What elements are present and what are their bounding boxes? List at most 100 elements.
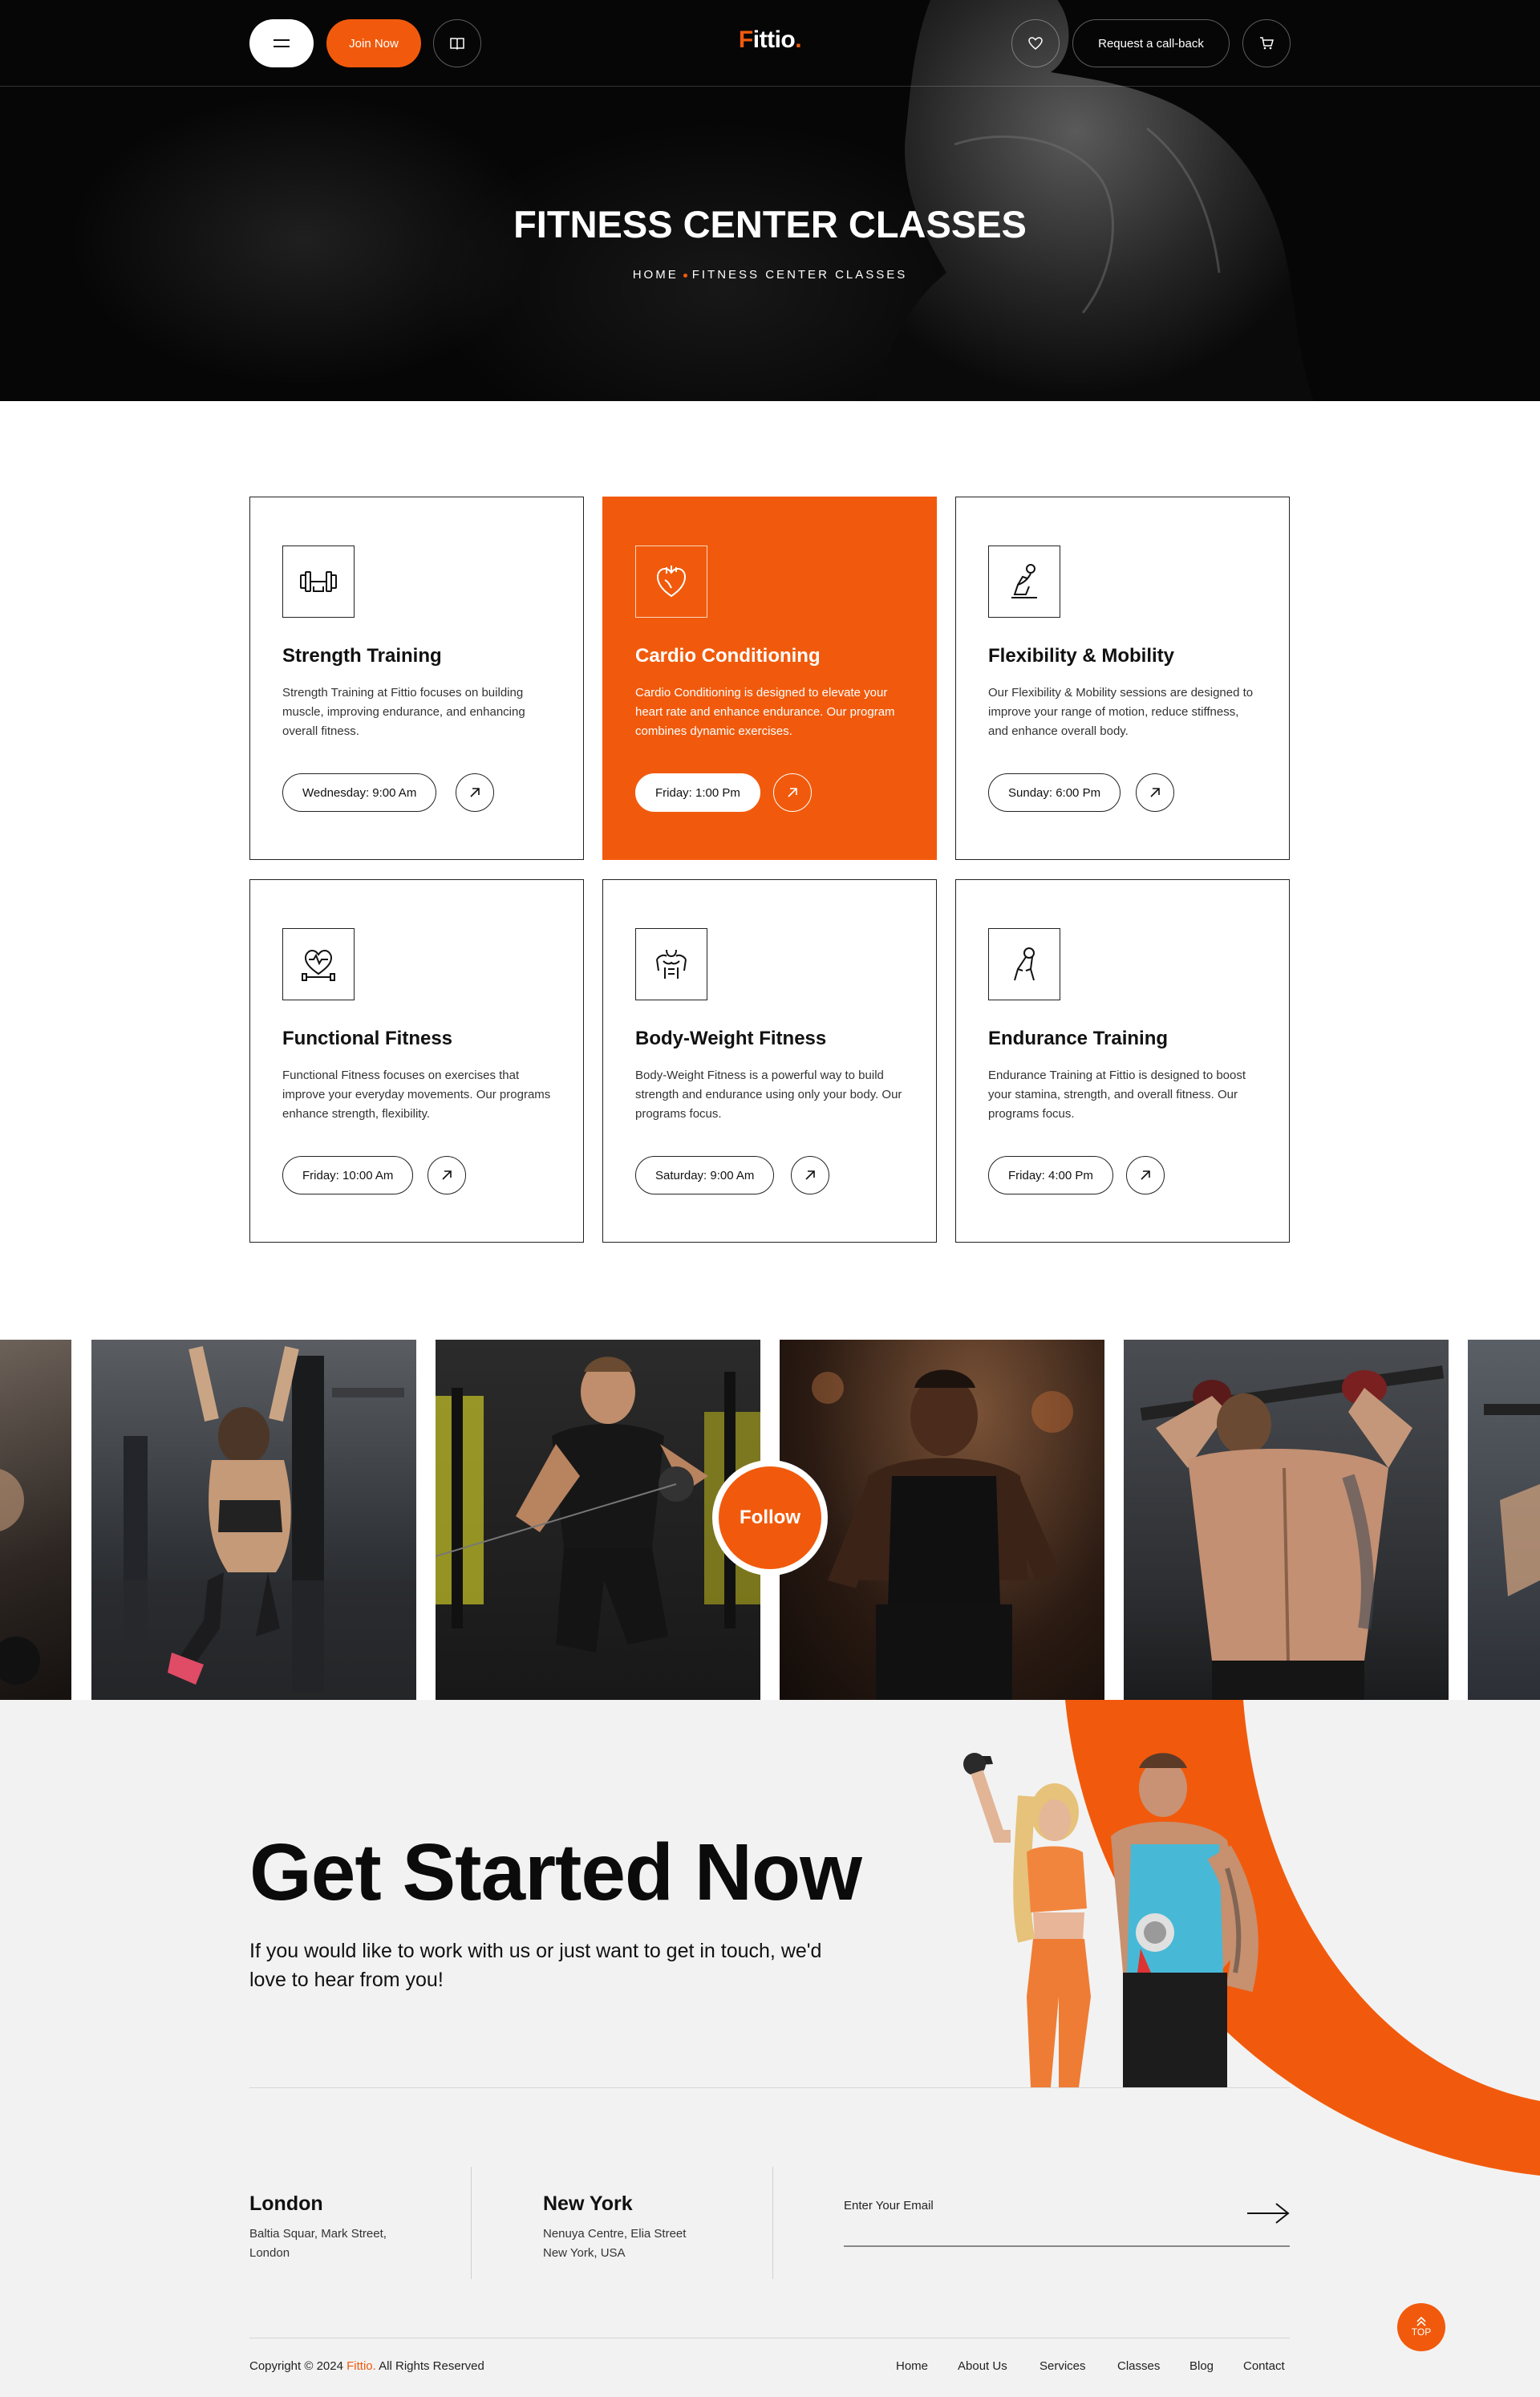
class-description: Functional Fitness focuses on exercises … (282, 1069, 551, 1121)
class-title: Functional Fitness (282, 1028, 453, 1049)
gallery-image[interactable] (1468, 1340, 1540, 1700)
wishlist-button[interactable] (1011, 19, 1060, 67)
footer-link-about[interactable]: About Us (958, 2359, 1007, 2373)
arrow-up-right-icon (470, 788, 480, 797)
footer-link-contact[interactable]: Contact (1243, 2359, 1285, 2373)
gallery-image[interactable] (1124, 1340, 1449, 1700)
class-title: Flexibility & Mobility (988, 645, 1175, 667)
heart-dumbbell-icon (282, 928, 355, 1000)
class-title: Endurance Training (988, 1028, 1169, 1049)
email-underline (844, 2245, 1290, 2247)
class-schedule-button[interactable]: Wednesday: 9:00 Am (282, 773, 437, 812)
class-card[interactable]: Endurance Training Endurance Training at… (955, 879, 1290, 1243)
heart-icon (1028, 37, 1043, 50)
email-submit-button[interactable] (1246, 2201, 1291, 2225)
hero-section: Join Now Fittio. Request a call-back FIT… (0, 0, 1540, 401)
heart-organ-icon (635, 546, 707, 618)
arrow-up-right-icon (805, 1170, 815, 1180)
class-card[interactable]: Body-Weight Fitness Body-Weight Fitness … (602, 879, 937, 1243)
footer-divider (249, 2087, 1290, 2088)
footer-link-home[interactable]: Home (896, 2359, 928, 2373)
class-card[interactable]: Functional Fitness Functional Fitness fo… (249, 879, 584, 1243)
footer-link-classes[interactable]: Classes (1117, 2359, 1160, 2373)
office-address: Nenuya Centre, Elia Street New York, USA (543, 2225, 686, 2263)
address-line: Nenuya Centre, Elia Street (543, 2227, 687, 2241)
cta-subtitle: If you would like to work with us or jus… (249, 1940, 822, 1991)
logo-text: ittio (752, 26, 796, 53)
class-title: Strength Training (282, 645, 442, 667)
arrow-right-icon (1247, 2203, 1290, 2224)
arrow-up-right-icon (788, 788, 797, 797)
class-schedule-button[interactable]: Friday: 10:00 Am (282, 1156, 414, 1194)
breadcrumb-current: FITNESS CENTER CLASSES (691, 268, 908, 282)
copyright-suffix: All Rights Reserved (375, 2359, 484, 2373)
copyright-brand[interactable]: Fittio. (346, 2359, 376, 2373)
menu-button[interactable] (249, 19, 314, 67)
class-description: Endurance Training at Fittio is designed… (988, 1069, 1246, 1121)
email-input[interactable] (844, 2192, 1245, 2218)
torso-icon (635, 928, 707, 1000)
column-divider (471, 2167, 472, 2279)
class-schedule-button[interactable]: Friday: 4:00 Pm (988, 1156, 1113, 1194)
hand-grip-icon (988, 928, 1060, 1000)
copyright-prefix: Copyright © 2024 (249, 2359, 347, 2373)
class-link-button[interactable] (773, 773, 812, 812)
page-title: FITNESS CENTER CLASSES (513, 203, 1027, 245)
class-card[interactable]: Strength Training Strength Training at F… (249, 497, 584, 860)
office-address: Baltia Squar, Mark Street, London (249, 2225, 387, 2263)
class-title: Body-Weight Fitness (635, 1028, 827, 1049)
office-city: New York (543, 2192, 633, 2215)
cart-button[interactable] (1242, 19, 1291, 67)
book-button[interactable] (433, 19, 481, 67)
gallery-image[interactable] (91, 1340, 416, 1700)
class-description: Strength Training at Fittio focuses on b… (282, 686, 525, 738)
copyright-text: Copyright © 2024 Fittio. All Rights Rese… (249, 2359, 484, 2373)
class-description: Our Flexibility & Mobility sessions are … (988, 686, 1254, 738)
class-link-button[interactable] (791, 1156, 829, 1194)
stretching-icon (988, 546, 1060, 618)
dumbbell-icon (282, 546, 355, 618)
class-link-button[interactable] (428, 1156, 466, 1194)
class-schedule-button[interactable]: Saturday: 9:00 Am (635, 1156, 775, 1194)
footer-link-blog[interactable]: Blog (1189, 2359, 1214, 2373)
logo-dot: . (795, 26, 802, 53)
scroll-top-label: TOP (1411, 2326, 1432, 2338)
class-description: Cardio Conditioning is designed to eleva… (635, 686, 895, 738)
class-link-button[interactable] (456, 773, 494, 812)
header-divider (0, 86, 1540, 87)
breadcrumb: HOME FITNESS CENTER CLASSES (449, 268, 1091, 282)
address-line: Baltia Squar, Mark Street, (249, 2227, 387, 2241)
gallery-image[interactable] (0, 1340, 71, 1700)
class-link-button[interactable] (1126, 1156, 1165, 1194)
class-description: Body-Weight Fitness is a powerful way to… (635, 1069, 902, 1121)
site-logo[interactable]: Fittio. (706, 26, 834, 54)
class-card[interactable]: Cardio Conditioning Cardio Conditioning … (602, 497, 937, 860)
double-chevron-up-icon (1416, 2317, 1426, 2326)
scroll-top-button[interactable]: TOP (1397, 2303, 1445, 2351)
book-icon (450, 38, 464, 50)
address-line: London (249, 2246, 290, 2260)
footer-link-services[interactable]: Services (1040, 2359, 1086, 2373)
class-title: Cardio Conditioning (635, 645, 821, 667)
breadcrumb-separator (683, 273, 687, 278)
class-link-button[interactable] (1136, 773, 1174, 812)
follow-button[interactable]: Follow (712, 1460, 828, 1576)
class-schedule-button[interactable]: Sunday: 6:00 Pm (988, 773, 1121, 812)
arrow-up-right-icon (1150, 788, 1160, 797)
office-city: London (249, 2192, 323, 2215)
breadcrumb-home[interactable]: HOME (633, 268, 679, 282)
address-line: New York, USA (543, 2246, 626, 2260)
class-card[interactable]: Flexibility & Mobility Our Flexibility &… (955, 497, 1290, 860)
trainers-image (963, 1753, 1258, 2087)
cta-title: Get Started Now (249, 1827, 862, 1917)
menu-icon (274, 39, 290, 47)
class-schedule-button[interactable]: Friday: 1:00 Pm (635, 773, 760, 812)
join-now-button[interactable]: Join Now (326, 19, 421, 67)
arrow-up-right-icon (442, 1170, 452, 1180)
column-divider (772, 2167, 773, 2279)
request-callback-button[interactable]: Request a call-back (1072, 19, 1230, 67)
gallery-image[interactable] (780, 1340, 1104, 1700)
arrow-up-right-icon (1141, 1170, 1150, 1180)
footer-section: Get Started Now If you would like to wor… (0, 1700, 1540, 2397)
cart-icon (1260, 37, 1274, 50)
